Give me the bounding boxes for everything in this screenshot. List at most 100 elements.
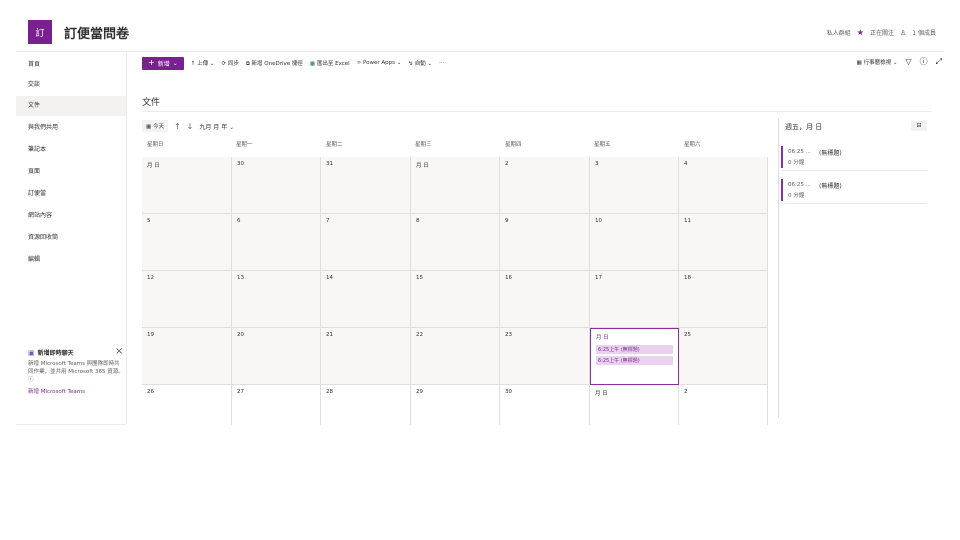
calendar-day[interactable]: 19 [142,328,232,385]
sidebar-bottom-divider [16,424,126,425]
calendar-day[interactable]: 15 [411,271,500,328]
sidebar-item-documents[interactable]: 文件 [16,96,126,116]
calendar-day[interactable]: 26 [142,385,232,425]
day-number: 28 [326,389,333,395]
day-number: 18 [684,275,691,281]
calendar-day[interactable]: 17 [590,271,679,328]
header-actions: 私人群組 ★ 正在關注 ♙ 1 個成員 [827,28,936,37]
day-number: 22 [416,332,423,338]
calendar-day[interactable]: 31 [321,157,411,214]
day-number: 27 [237,389,244,395]
view-switcher[interactable]: ▦ 行事曆檢視 ⌄ [857,58,898,66]
day-number: 8 [416,218,420,224]
calendar-day[interactable]: 27 [232,385,321,425]
calendar-day[interactable]: 11 [679,214,768,271]
panel-event-duration: 0 分鐘 [788,160,805,166]
sidebar-item-edit[interactable]: 編輯 [16,250,126,270]
sidebar-divider [126,52,127,424]
day-number: 6 [237,218,241,224]
today-button[interactable]: ▦ 今天 [142,120,168,132]
panel-event[interactable]: 06:25 ... (無標題) 0 分鐘 [781,177,927,204]
calendar-day[interactable]: 7 [321,214,411,271]
sidebar-item-lunch[interactable]: 訂便當 [16,184,126,204]
members-button[interactable]: 1 個成員 [912,28,936,37]
calendar-day[interactable]: 14 [321,271,411,328]
day-number: 25 [684,332,691,338]
export-excel-button[interactable]: ▦ 匯出至 Excel [310,59,350,67]
weekday-header: 星期五 [594,142,611,148]
calendar-day[interactable]: 16 [500,271,590,328]
power-apps-button[interactable]: ∞ Power Apps ⌄ [357,60,402,66]
calendar-day[interactable]: 22 [411,328,500,385]
calendar-day[interactable]: 4 [679,157,768,214]
automate-button[interactable]: ↯ 自動 ⌄ [408,59,432,67]
library-title: 文件 [142,98,161,108]
sidebar-item-pages[interactable]: 頁面 [16,162,126,182]
add-shortcut-button[interactable]: ⧉ 新增 OneDrive 捷徑 [246,59,303,68]
calendar-day[interactable]: 月 日 [142,157,232,214]
sidebar-item-recycle-bin[interactable]: 資源回收筒 [16,228,126,248]
calendar-event[interactable]: 6:25上午 (無標題) [596,345,673,354]
day-number: 17 [595,275,602,281]
calendar-day[interactable]: 12 [142,271,232,328]
calendar-day[interactable]: 5 [142,214,232,271]
calendar-day[interactable]: 8 [411,214,500,271]
calendar-day[interactable]: 25 [679,328,768,385]
calendar-day[interactable]: 21 [321,328,411,385]
calendar-day[interactable]: 30 [232,157,321,214]
arrow-up-icon[interactable]: ↑ [174,122,181,131]
calendar-day[interactable]: 13 [232,271,321,328]
more-button[interactable]: ⋯ [439,60,445,66]
star-icon[interactable]: ★ [857,28,864,37]
day-number: 2 [505,161,509,167]
calendar-grid: 星期日 星期一 星期二 星期三 星期四 星期五 星期六 月 日 30 31 月 … [142,140,768,425]
panel-event[interactable]: 06:25 ... (無標題) 0 分鐘 [781,144,927,171]
chevron-down-icon: ⌄ [427,61,433,67]
calendar-day[interactable]: 2 [679,385,768,425]
calendar-day[interactable]: 29 [411,385,500,425]
new-button[interactable]: + 新增 ⌄ [142,56,184,70]
filter-icon[interactable]: ▽ [905,57,911,66]
weekday-header: 星期一 [236,142,253,148]
calendar-icon: ▦ [146,124,152,130]
site-logo[interactable]: 訂 [28,20,52,44]
calendar-day[interactable]: 月 日 [590,385,679,425]
calendar-day[interactable]: 3 [590,157,679,214]
calendar-day[interactable]: 9 [500,214,590,271]
calendar-day[interactable]: 20 [232,328,321,385]
calendar-day[interactable]: 28 [321,385,411,425]
day-number: 29 [416,389,423,395]
sync-button[interactable]: ⟳ 同步 [221,59,238,67]
site-logo-text: 訂 [35,28,45,39]
month-picker[interactable]: 九月 月 年 ⌄ [199,122,234,131]
teams-promo: ▣ 新增即時聊天 新增 Microsoft Teams 與團隊即時共同作業，並共… [28,348,124,396]
teams-icon: ▣ [28,348,35,357]
calendar-day[interactable]: 月 日 [411,157,500,214]
calendar-day[interactable]: 10 [590,214,679,271]
sidebar-item-site-contents[interactable]: 網站內容 [16,206,126,226]
follow-button[interactable]: 正在關注 [870,28,894,37]
calendar-event[interactable]: 6:25上午 (無標題) [596,356,673,365]
site-title[interactable]: 訂便當問卷 [64,23,129,42]
shortcut-icon: ⧉ [245,60,250,67]
sidebar-item-conversations[interactable]: 交談 [16,75,126,95]
calendar-day[interactable]: 6 [232,214,321,271]
calendar-day[interactable]: 30 [500,385,590,425]
sidebar-item-home[interactable]: 首頁 [16,55,126,75]
expand-icon[interactable]: ⤢ [936,57,942,67]
arrow-down-icon[interactable]: ↓ [187,122,194,131]
weekday-header: 星期六 [684,142,701,148]
sidebar-item-shared[interactable]: 與我們共用 [16,118,126,138]
calendar-day[interactable]: 18 [679,271,768,328]
calendar-day[interactable]: 2 [500,157,590,214]
calendar-day-selected[interactable]: 月 日 6:25上午 (無標題) 6:25上午 (無標題) [590,328,679,385]
upload-button[interactable]: ↑ 上傳 ⌄ [191,59,215,67]
sidebar-item-notebook[interactable]: 筆記本 [16,140,126,160]
calendar-day[interactable]: 23 [500,328,590,385]
teams-promo-link[interactable]: 新增 Microsoft Teams [28,387,124,395]
day-number: 月 日 [147,163,160,169]
info-icon[interactable]: ⓘ [28,377,34,383]
info-icon[interactable]: ⓘ [920,56,928,67]
event-color-bar [781,179,783,201]
panel-close-button[interactable]: ⊟ [911,121,927,131]
